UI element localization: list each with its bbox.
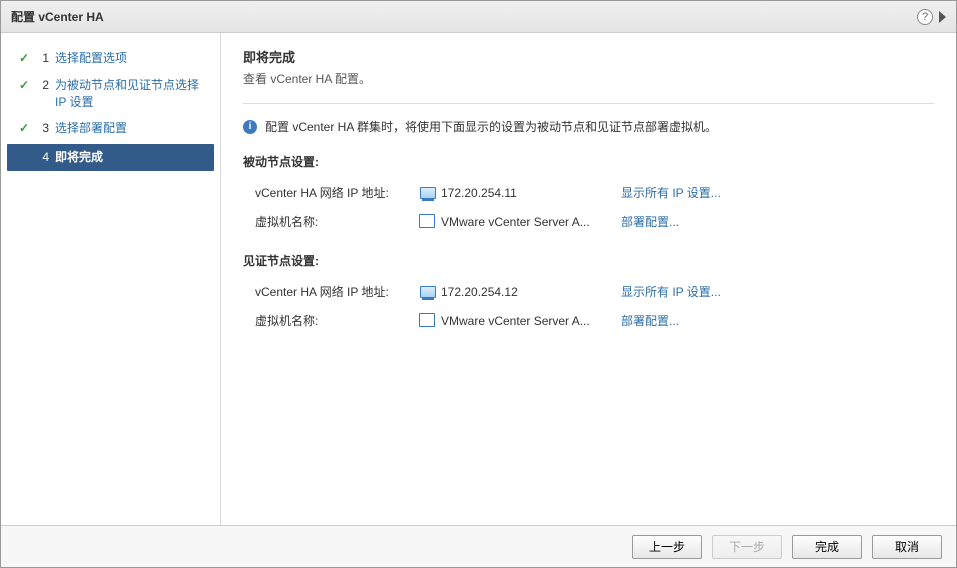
passive-vm-value: VMware vCenter Server A... — [441, 215, 621, 229]
witness-vm-label: 虚拟机名称: — [255, 312, 415, 329]
step-label: 选择部署配置 — [55, 120, 210, 137]
witness-ip-row: vCenter HA 网络 IP 地址: 172.20.254.12 显示所有 … — [243, 277, 934, 306]
checkmark-icon: ✓ — [19, 120, 35, 137]
step-number: 3 — [35, 120, 49, 137]
witness-vm-value: VMware vCenter Server A... — [441, 314, 621, 328]
page-subheading: 查看 vCenter HA 配置。 — [243, 70, 934, 87]
info-icon: i — [243, 120, 257, 134]
info-message: i 配置 vCenter HA 群集时，将使用下面显示的设置为被动节点和见证节点… — [243, 118, 934, 135]
cancel-button[interactable]: 取消 — [872, 535, 942, 559]
witness-vm-row: 虚拟机名称: VMware vCenter Server A... 部署配置..… — [243, 306, 934, 335]
page-heading: 即将完成 — [243, 47, 934, 66]
checkmark-icon: ✓ — [19, 77, 35, 94]
witness-show-ip-link[interactable]: 显示所有 IP 设置... — [621, 283, 721, 300]
next-button: 下一步 — [712, 535, 782, 559]
passive-ip-value: 172.20.254.11 — [441, 186, 621, 200]
wizard-step-3[interactable]: ✓ 3 选择部署配置 — [1, 115, 220, 142]
wizard-footer: 上一步 下一步 完成 取消 — [1, 525, 956, 567]
passive-ip-label: vCenter HA 网络 IP 地址: — [255, 184, 415, 201]
titlebar: 配置 vCenter HA ? — [1, 1, 956, 33]
witness-ip-label: vCenter HA 网络 IP 地址: — [255, 283, 415, 300]
witness-ip-value: 172.20.254.12 — [441, 285, 621, 299]
network-icon — [420, 286, 436, 298]
separator — [243, 103, 934, 104]
passive-ip-row: vCenter HA 网络 IP 地址: 172.20.254.11 显示所有 … — [243, 178, 934, 207]
witness-section-title: 见证节点设置: — [243, 252, 934, 269]
vm-icon — [421, 216, 435, 228]
network-icon — [420, 187, 436, 199]
step-label: 为被动节点和见证节点选择 IP 设置 — [55, 77, 210, 111]
step-number: 2 — [35, 77, 49, 94]
wizard-window: 配置 vCenter HA ? ✓ 1 选择配置选项 ✓ 2 为被动节点和见证节… — [0, 0, 957, 568]
step-label: 选择配置选项 — [55, 50, 210, 67]
wizard-step-2[interactable]: ✓ 2 为被动节点和见证节点选择 IP 设置 — [1, 72, 220, 116]
help-icon[interactable]: ? — [917, 9, 933, 25]
window-title: 配置 vCenter HA — [11, 8, 104, 25]
witness-deploy-config-link[interactable]: 部署配置... — [621, 312, 679, 329]
wizard-content: 即将完成 查看 vCenter HA 配置。 i 配置 vCenter HA 群… — [221, 33, 956, 525]
passive-deploy-config-link[interactable]: 部署配置... — [621, 213, 679, 230]
step-label: 即将完成 — [55, 149, 204, 166]
step-number: 4 — [35, 149, 49, 166]
wizard-step-4[interactable]: 4 即将完成 — [7, 144, 214, 171]
info-text: 配置 vCenter HA 群集时，将使用下面显示的设置为被动节点和见证节点部署… — [265, 118, 717, 135]
wizard-step-1[interactable]: ✓ 1 选择配置选项 — [1, 45, 220, 72]
back-button[interactable]: 上一步 — [632, 535, 702, 559]
wizard-steps-sidebar: ✓ 1 选择配置选项 ✓ 2 为被动节点和见证节点选择 IP 设置 ✓ 3 选择… — [1, 33, 221, 525]
finish-button[interactable]: 完成 — [792, 535, 862, 559]
expand-icon[interactable] — [939, 11, 946, 23]
step-number: 1 — [35, 50, 49, 67]
passive-vm-row: 虚拟机名称: VMware vCenter Server A... 部署配置..… — [243, 207, 934, 236]
passive-vm-label: 虚拟机名称: — [255, 213, 415, 230]
passive-section-title: 被动节点设置: — [243, 153, 934, 170]
wizard-body: ✓ 1 选择配置选项 ✓ 2 为被动节点和见证节点选择 IP 设置 ✓ 3 选择… — [1, 33, 956, 525]
passive-show-ip-link[interactable]: 显示所有 IP 设置... — [621, 184, 721, 201]
checkmark-icon: ✓ — [19, 50, 35, 67]
titlebar-icons: ? — [917, 9, 946, 25]
vm-icon — [421, 315, 435, 327]
